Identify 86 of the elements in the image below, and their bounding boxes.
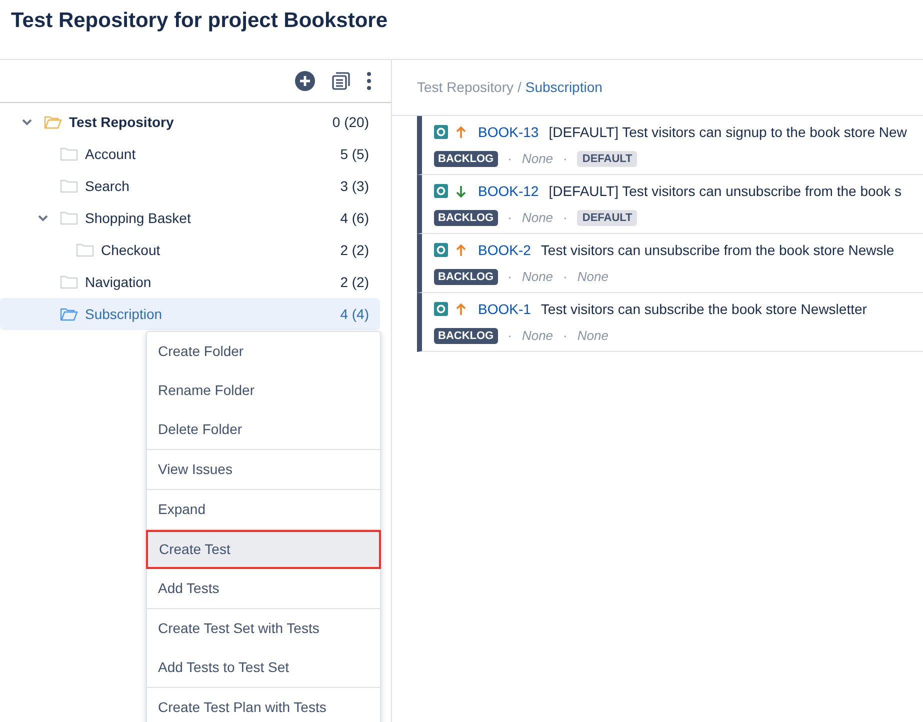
breadcrumb-separator: /: [517, 78, 522, 97]
arrow-up-icon: [456, 126, 466, 139]
folder-icon: [60, 179, 78, 193]
status-badge: BACKLOG: [434, 328, 498, 344]
arrow-down-icon: [456, 184, 466, 198]
separator-dot: ·: [563, 268, 568, 286]
status-badge: BACKLOG: [434, 268, 498, 284]
tree-item[interactable]: Checkout 2 (2): [0, 234, 380, 266]
folder-count: 2 (2): [340, 240, 369, 260]
add-icon[interactable]: [295, 71, 315, 91]
assignee-text: None: [522, 150, 554, 168]
folder-count: 0 (20): [332, 112, 369, 132]
folder-icon: [60, 211, 78, 225]
test-type-icon: [434, 302, 448, 316]
folder-count: 4 (6): [340, 208, 369, 228]
issue-row[interactable]: BOOK-1 Test visitors can subscribe the book store Newsletter BACKLOG · None · None: [417, 293, 923, 352]
separator-dot: ·: [563, 326, 568, 345]
folder-icon: [44, 115, 62, 129]
assignee-text: None: [522, 326, 554, 345]
issue-row[interactable]: BOOK-2 Test visitors can unsubscribe from the book store Newsle BACKLOG · None · None: [417, 234, 923, 293]
assignee-text: None: [522, 268, 554, 286]
folder-name: Account: [85, 144, 136, 164]
folder-icon: [76, 243, 94, 257]
menu-item[interactable]: Create Test: [146, 530, 381, 569]
menu-item[interactable]: Rename Folder: [147, 371, 380, 410]
folder-count: 3 (3): [340, 176, 369, 196]
label-text: None: [577, 326, 608, 345]
issue-key-link[interactable]: BOOK-12: [478, 180, 539, 202]
page-title: Test Repository for project Bookstore: [11, 8, 388, 34]
status-badge: BACKLOG: [434, 210, 498, 226]
separator-dot: ·: [508, 268, 512, 286]
folder-name: Subscription: [85, 304, 162, 324]
assignee-text: None: [522, 208, 554, 227]
menu-item[interactable]: Create Test Set with Tests: [147, 609, 380, 648]
issue-summary: [DEFAULT] Test visitors can signup to the book store New: [548, 122, 907, 142]
test-type-icon: [434, 243, 448, 258]
separator-dot: ·: [508, 326, 512, 345]
separator-dot: ·: [563, 208, 568, 227]
label-badge: DEFAULT: [577, 150, 638, 166]
menu-item[interactable]: Create Folder: [147, 332, 380, 371]
folder-name: Checkout: [101, 240, 160, 260]
issue-summary: [DEFAULT] Test visitors can unsubscribe from the book s: [548, 182, 902, 201]
tree-item[interactable]: Subscription 4 (4): [0, 298, 380, 330]
arrow-up-icon: [456, 244, 466, 257]
issue-row[interactable]: BOOK-13 [DEFAULT] Test visitors can signup to the book store New BACKLOG · None · DEFAULT: [417, 116, 923, 175]
folder-count: 4 (4): [340, 304, 369, 324]
menu-item[interactable]: Add Tests: [147, 569, 380, 608]
more-options-icon[interactable]: [367, 72, 371, 90]
tree-item[interactable]: Navigation 2 (2): [0, 266, 380, 298]
tree-item[interactable]: Shopping Basket 4 (6): [0, 202, 380, 234]
label-badge: DEFAULT: [577, 210, 638, 226]
issue-summary: Test visitors can unsubscribe from the book store Newsle: [540, 240, 894, 260]
folder-icon: [60, 147, 78, 161]
test-type-icon: [434, 184, 448, 198]
tree-item[interactable]: Test Repository 0 (20): [0, 106, 380, 138]
issue-key-link[interactable]: BOOK-1: [478, 298, 531, 320]
menu-item[interactable]: Create Test Plan with Tests: [147, 688, 380, 722]
folder-name: Shopping Basket: [85, 208, 191, 228]
folder-icon: [60, 307, 78, 321]
issue-key-link[interactable]: BOOK-13: [478, 122, 539, 143]
folder-count: 5 (5): [340, 144, 369, 164]
status-badge: BACKLOG: [434, 150, 498, 166]
issue-summary: Test visitors can subscribe the book store Newsletter: [540, 300, 867, 319]
label-text: None: [577, 268, 608, 286]
test-type-icon: [434, 125, 448, 140]
folder-icon: [60, 275, 78, 289]
separator-dot: ·: [508, 208, 512, 227]
menu-item[interactable]: Add Tests to Test Set: [147, 648, 380, 687]
breadcrumb-current[interactable]: Subscription: [525, 77, 602, 98]
menu-item[interactable]: Expand: [147, 490, 380, 529]
tree-item[interactable]: Search 3 (3): [0, 170, 380, 202]
chevron-down-icon[interactable]: [38, 214, 48, 222]
folder-name: Search: [85, 176, 130, 196]
folder-count: 2 (2): [340, 272, 369, 292]
chevron-down-icon[interactable]: [22, 118, 32, 126]
tree-item[interactable]: Account 5 (5): [0, 138, 380, 170]
separator-dot: ·: [563, 150, 568, 168]
menu-item[interactable]: View Issues: [147, 450, 380, 489]
folder-name: Navigation: [85, 272, 152, 292]
document-list-icon[interactable]: [332, 72, 350, 90]
issue-row[interactable]: BOOK-12 [DEFAULT] Test visitors can unsubscribe from the book s BACKLOG · None · DEFAULT: [417, 175, 923, 234]
separator-dot: ·: [508, 150, 512, 168]
issue-key-link[interactable]: BOOK-2: [478, 240, 531, 261]
arrow-up-icon: [456, 302, 466, 316]
menu-item[interactable]: Delete Folder: [147, 410, 380, 449]
folder-name: Test Repository: [69, 112, 174, 132]
